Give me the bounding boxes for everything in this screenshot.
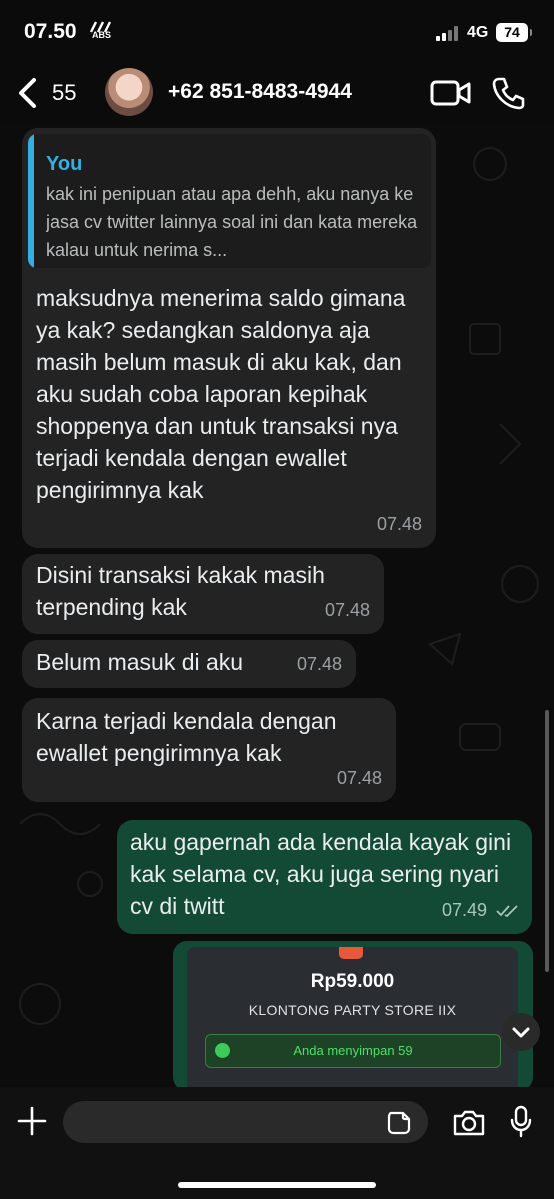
- incoming-message[interactable]: You kak ini penipuan atau apa dehh, aku …: [22, 128, 436, 548]
- status-time: 07.50: [24, 20, 77, 43]
- camera-icon[interactable]: [452, 1109, 486, 1137]
- receipt-amount: Rp59.000: [310, 971, 395, 992]
- scrollbar[interactable]: [545, 710, 549, 972]
- message-input[interactable]: [63, 1101, 428, 1143]
- quote-author: You: [46, 153, 83, 175]
- quote-accent-bar: [28, 134, 34, 268]
- guitar-icon: [89, 21, 112, 33]
- message-time: 07.48: [296, 654, 342, 674]
- image-message[interactable]: Rp59.000 KLONTONG PARTY STORE IIX Anda m…: [173, 941, 533, 1087]
- quote-text: kak ini penipuan atau apa dehh, aku nany…: [46, 184, 418, 260]
- receipt-screenshot[interactable]: Rp59.000 KLONTONG PARTY STORE IIX Anda m…: [187, 947, 518, 1087]
- status-bar: 07.50 ABS 4G 74: [0, 0, 554, 62]
- contact-name[interactable]: +62 851-8483-4944: [168, 80, 352, 104]
- chevron-down-icon: [512, 1027, 530, 1038]
- receipt-store: KLONTONG PARTY STORE IIX: [248, 1002, 457, 1018]
- double-check-icon: [496, 905, 518, 918]
- message-time: 07.49: [441, 900, 487, 920]
- scroll-to-bottom-button[interactable]: [502, 1013, 540, 1051]
- message-text: maksudnya menerima saldo gimana ya kak? …: [36, 285, 406, 503]
- message-text: Karna terjadi kendala dengan ewallet pen…: [36, 708, 337, 766]
- signal-icon: [436, 25, 462, 41]
- network-type: 4G: [467, 24, 489, 41]
- savings-banner: Anda menyimpan 59: [205, 1034, 501, 1068]
- home-indicator[interactable]: [178, 1182, 376, 1188]
- outgoing-message[interactable]: aku gapernah ada kendala kayak gini kak …: [117, 820, 532, 934]
- quoted-reply[interactable]: You kak ini penipuan atau apa dehh, aku …: [28, 134, 431, 268]
- message-composer: [0, 1087, 554, 1199]
- chat-header: 55 +62 851-8483-4944: [0, 62, 554, 124]
- store-icon: [339, 947, 363, 959]
- plus-icon[interactable]: [16, 1105, 48, 1137]
- avatar[interactable]: [105, 68, 153, 116]
- message-time: 07.48: [324, 600, 370, 620]
- incoming-message[interactable]: Belum masuk di aku 07.48: [22, 640, 356, 688]
- microphone-icon[interactable]: [510, 1105, 532, 1139]
- sticker-icon[interactable]: [387, 1111, 411, 1135]
- incoming-message[interactable]: Karna terjadi kendala dengan ewallet pen…: [22, 698, 396, 802]
- message-text: Belum masuk di aku: [36, 649, 244, 675]
- message-time: 07.48: [336, 768, 382, 788]
- unread-count[interactable]: 55: [52, 80, 76, 106]
- back-chevron-icon[interactable]: [14, 76, 42, 110]
- video-call-icon[interactable]: [430, 78, 472, 108]
- chat-area[interactable]: Today You kak ini penipuan atau apa dehh…: [0, 124, 554, 1087]
- incoming-message[interactable]: Disini transaksi kakak masih terpending …: [22, 554, 384, 634]
- message-time: 07.48: [376, 514, 422, 534]
- battery-icon: 74: [496, 23, 532, 42]
- savings-text: Anda menyimpan 59: [293, 1043, 413, 1058]
- message-meta: 07.49: [442, 894, 520, 926]
- phone-call-icon[interactable]: [492, 76, 526, 110]
